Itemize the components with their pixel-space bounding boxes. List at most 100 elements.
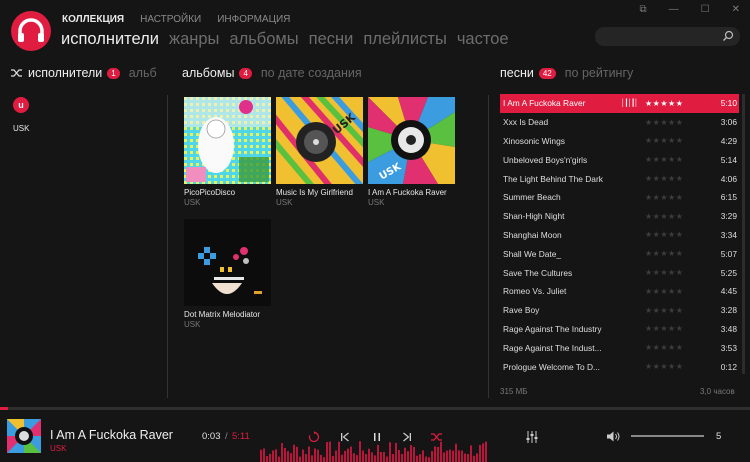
search-input[interactable] xyxy=(595,27,740,46)
song-rating[interactable]: ★★★★★ xyxy=(645,99,717,108)
rating-star-icon[interactable]: ★ xyxy=(676,193,684,202)
volume-icon[interactable] xyxy=(607,431,621,442)
rating-star-icon[interactable]: ★ xyxy=(660,99,668,108)
song-row[interactable]: Romeo Vs. Juliet ★★★★★ 4:45 xyxy=(500,282,739,301)
song-row[interactable]: I Am A Fuckoka Raver │┃│┃│ ★★★★★ 5:10 xyxy=(500,94,739,113)
topnav-settings[interactable]: НАСТРОЙКИ xyxy=(140,14,201,25)
rating-star-icon[interactable]: ★ xyxy=(676,287,684,296)
artist-name[interactable]: USK xyxy=(13,124,29,133)
song-row[interactable]: Unbeloved Boys'n'girls ★★★★★ 5:14 xyxy=(500,150,739,169)
rating-star-icon[interactable]: ★ xyxy=(676,174,684,183)
song-rating[interactable]: ★★★★★ xyxy=(645,174,717,183)
song-rating[interactable]: ★★★★★ xyxy=(645,287,717,296)
song-rating[interactable]: ★★★★★ xyxy=(645,249,717,258)
rating-star-icon[interactable]: ★ xyxy=(668,155,676,164)
album-cover[interactable]: USK xyxy=(368,97,455,184)
rating-star-icon[interactable]: ★ xyxy=(668,268,676,277)
rating-star-icon[interactable]: ★ xyxy=(645,193,653,202)
song-rating[interactable]: ★★★★★ xyxy=(645,193,717,202)
song-rating[interactable]: ★★★★★ xyxy=(645,343,717,352)
albums-sort[interactable]: по дате создания xyxy=(261,66,362,80)
songs-title[interactable]: песни xyxy=(500,66,534,80)
song-row[interactable]: Shanghai Moon ★★★★★ 3:34 xyxy=(500,226,739,245)
song-rating[interactable]: ★★★★★ xyxy=(645,306,717,315)
song-list-scrollbar[interactable] xyxy=(742,94,745,374)
rating-star-icon[interactable]: ★ xyxy=(676,306,684,315)
rating-star-icon[interactable]: ★ xyxy=(645,212,653,221)
rating-star-icon[interactable]: ★ xyxy=(668,343,676,352)
rating-star-icon[interactable]: ★ xyxy=(645,174,653,183)
song-rating[interactable]: ★★★★★ xyxy=(645,136,717,145)
rating-star-icon[interactable]: ★ xyxy=(676,118,684,127)
shuffle-icon[interactable] xyxy=(11,68,23,78)
rating-star-icon[interactable]: ★ xyxy=(676,99,684,108)
rating-star-icon[interactable]: ★ xyxy=(668,212,676,221)
rating-star-icon[interactable]: ★ xyxy=(668,136,676,145)
song-row[interactable]: Save The Cultures ★★★★★ 5:25 xyxy=(500,263,739,282)
song-rating[interactable]: ★★★★★ xyxy=(645,212,717,221)
artist-avatar[interactable]: u xyxy=(13,97,29,113)
rating-star-icon[interactable]: ★ xyxy=(660,287,668,296)
rating-star-icon[interactable]: ★ xyxy=(676,343,684,352)
rating-star-icon[interactable]: ★ xyxy=(676,324,684,333)
song-row[interactable]: Rave Boy ★★★★★ 3:28 xyxy=(500,301,739,320)
nav-artists[interactable]: исполнители xyxy=(61,30,159,49)
song-row[interactable]: Prologue Welcome To D... ★★★★★ 0:12 xyxy=(500,357,739,376)
rating-star-icon[interactable]: ★ xyxy=(668,249,676,258)
rating-star-icon[interactable]: ★ xyxy=(660,155,668,164)
song-row[interactable]: Shan-High Night ★★★★★ 3:29 xyxy=(500,207,739,226)
rating-star-icon[interactable]: ★ xyxy=(660,324,668,333)
volume-slider[interactable] xyxy=(631,435,704,437)
song-row[interactable]: Summer Beach ★★★★★ 6:15 xyxy=(500,188,739,207)
song-rating[interactable]: ★★★★★ xyxy=(645,362,717,371)
rating-star-icon[interactable]: ★ xyxy=(660,174,668,183)
equalizer-icon[interactable] xyxy=(525,431,539,443)
rating-star-icon[interactable]: ★ xyxy=(660,212,668,221)
rating-star-icon[interactable]: ★ xyxy=(676,155,684,164)
nav-songs[interactable]: песни xyxy=(309,30,354,49)
rating-star-icon[interactable]: ★ xyxy=(645,324,653,333)
rating-star-icon[interactable]: ★ xyxy=(645,343,653,352)
artists-sort[interactable]: альб xyxy=(129,66,157,80)
rating-star-icon[interactable]: ★ xyxy=(668,287,676,296)
album-tile[interactable]: Dot Matrix Melodiator USK xyxy=(184,219,271,329)
now-playing-artist[interactable]: USK xyxy=(50,444,66,453)
song-rating[interactable]: ★★★★★ xyxy=(645,324,717,333)
rating-star-icon[interactable]: ★ xyxy=(660,136,668,145)
song-row[interactable]: Shall We Date_ ★★★★★ 5:07 xyxy=(500,244,739,263)
topnav-info[interactable]: ИНФОРМАЦИЯ xyxy=(217,14,290,25)
topnav-collection[interactable]: КОЛЛЕКЦИЯ xyxy=(62,14,124,25)
nav-genres[interactable]: жанры xyxy=(169,30,219,49)
album-cover[interactable]: USK xyxy=(276,97,363,184)
song-rating[interactable]: ★★★★★ xyxy=(645,268,717,277)
albums-title[interactable]: альбомы xyxy=(182,66,234,80)
rating-star-icon[interactable]: ★ xyxy=(676,230,684,239)
album-tile[interactable]: USK I Am A Fuckoka Raver USK xyxy=(368,97,455,207)
rating-star-icon[interactable]: ★ xyxy=(660,343,668,352)
album-cover[interactable] xyxy=(184,97,271,184)
rating-star-icon[interactable]: ★ xyxy=(645,136,653,145)
song-rating[interactable]: ★★★★★ xyxy=(645,118,717,127)
song-row[interactable]: Rage Against The Industry ★★★★★ 3:48 xyxy=(500,320,739,339)
rating-star-icon[interactable]: ★ xyxy=(676,362,684,371)
songs-sort[interactable]: по рейтингу xyxy=(565,66,634,80)
search-icon[interactable] xyxy=(722,30,734,42)
song-row[interactable]: Rage Against The Indust... ★★★★★ 3:53 xyxy=(500,338,739,357)
nav-albums[interactable]: альбомы xyxy=(229,30,298,49)
rating-star-icon[interactable]: ★ xyxy=(645,287,653,296)
song-row[interactable]: The Light Behind The Dark ★★★★★ 4:06 xyxy=(500,169,739,188)
rating-star-icon[interactable]: ★ xyxy=(668,362,676,371)
close-icon[interactable]: ✕ xyxy=(732,4,740,15)
rating-star-icon[interactable]: ★ xyxy=(668,99,676,108)
rating-star-icon[interactable]: ★ xyxy=(660,193,668,202)
maximize-icon[interactable]: ☐ xyxy=(701,4,710,15)
song-rating[interactable]: ★★★★★ xyxy=(645,230,717,239)
artists-title[interactable]: исполнители xyxy=(28,66,102,80)
rating-star-icon[interactable]: ★ xyxy=(660,230,668,239)
rating-star-icon[interactable]: ★ xyxy=(645,362,653,371)
rating-star-icon[interactable]: ★ xyxy=(645,230,653,239)
album-tile[interactable]: PicoPicoDisco USK xyxy=(184,97,271,207)
rating-star-icon[interactable]: ★ xyxy=(660,268,668,277)
rating-star-icon[interactable]: ★ xyxy=(676,212,684,221)
song-row[interactable]: Xxx Is Dead ★★★★★ 3:06 xyxy=(500,113,739,132)
